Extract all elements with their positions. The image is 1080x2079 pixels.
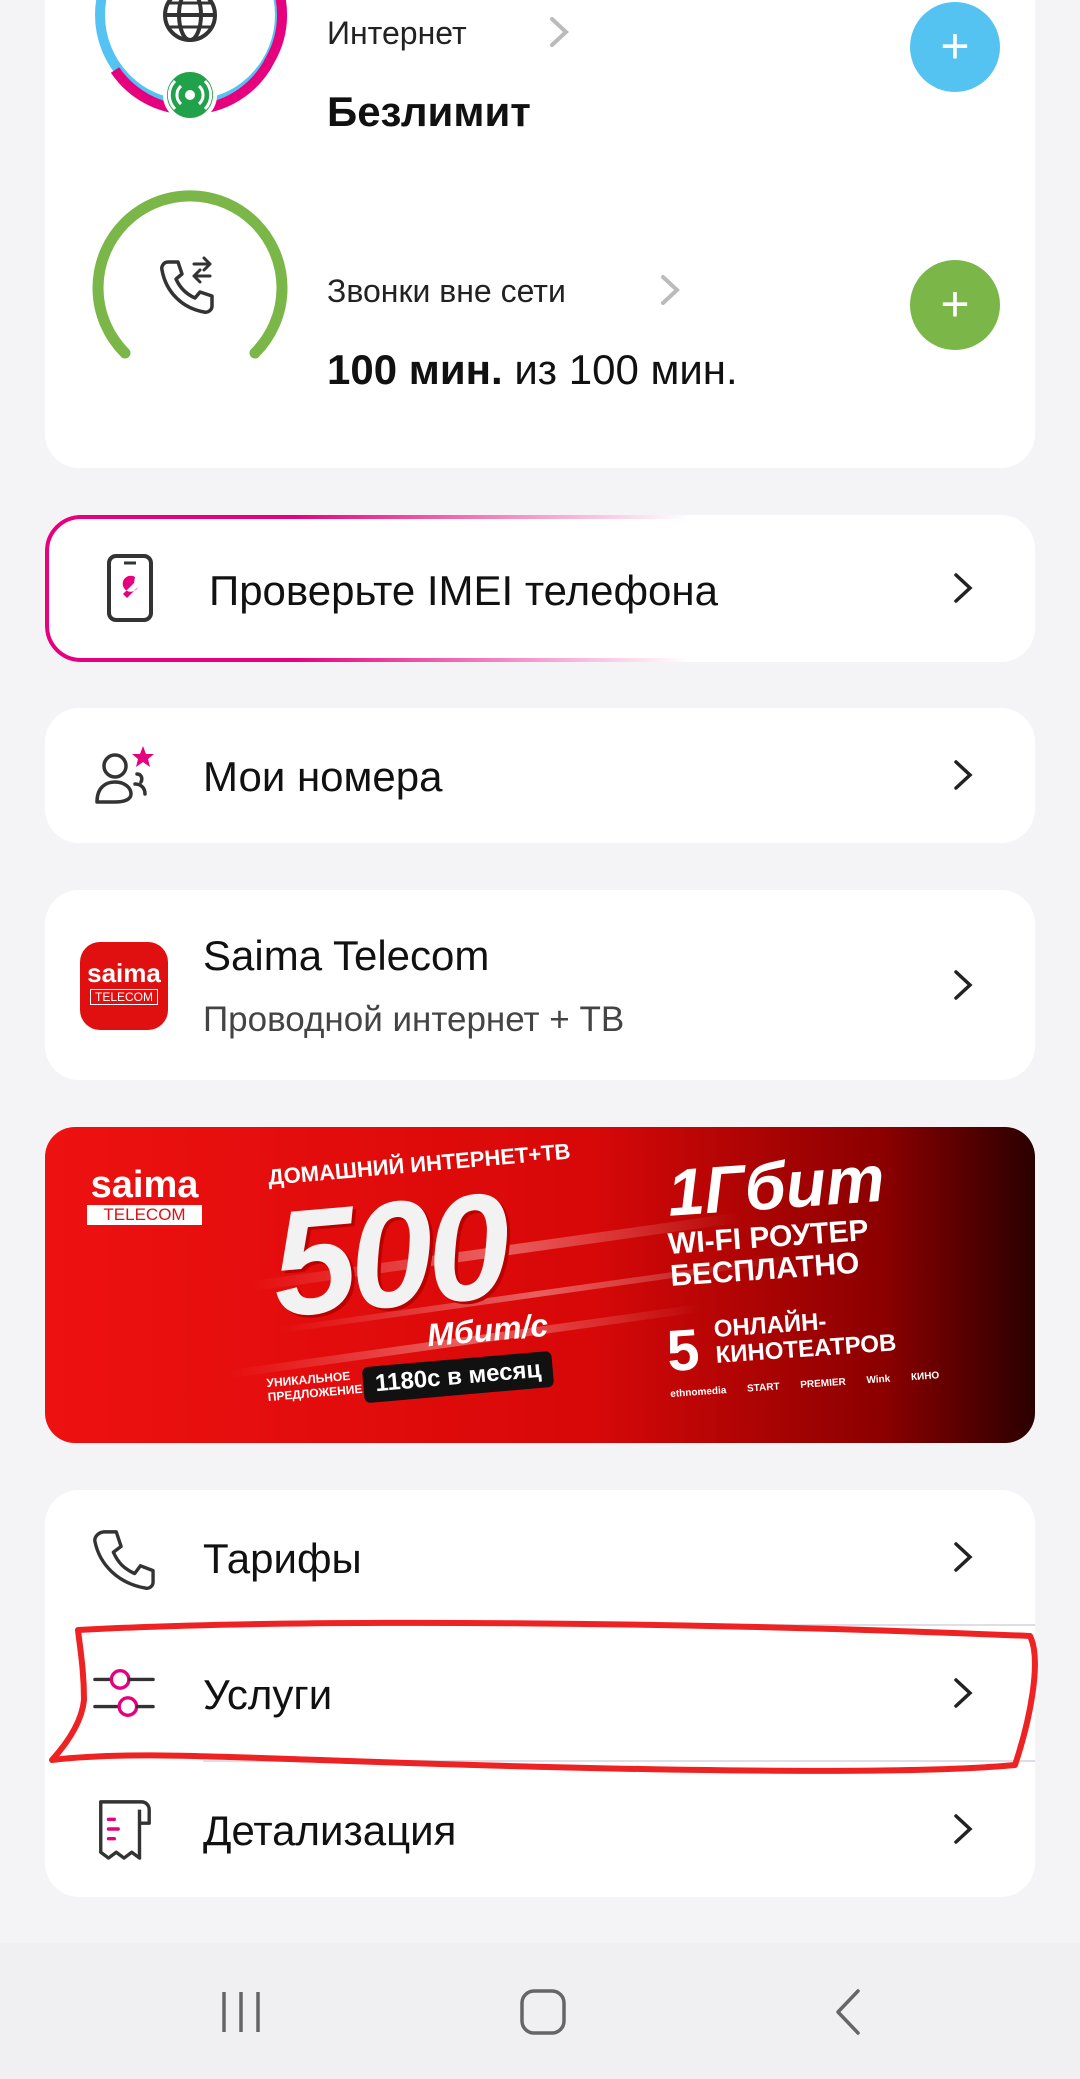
menu-card: Тарифы Услуги Детализация (45, 1490, 1035, 1897)
menu-services-label: Услуги (203, 1671, 333, 1718)
internet-usage-row[interactable]: Интернет Безлимит + (45, 0, 1035, 200)
phone-wrench-icon (107, 554, 153, 622)
menu-details-label: Детализация (203, 1807, 457, 1854)
system-nav-bar (0, 1943, 1080, 2079)
calls-usage-ring (92, 190, 288, 359)
calls-title: Звонки вне сети (327, 273, 566, 309)
promo-banner[interactable]: saima TELECOM ДОМАШНИЙ ИНТЕРНЕТ+ТВ 500 М… (45, 1127, 1035, 1443)
imei-check-card[interactable]: Проверьте IMEI телефона (45, 515, 1035, 662)
internet-chevron-icon (550, 17, 569, 47)
imei-chevron-icon (954, 573, 973, 603)
sliders-icon (93, 1669, 155, 1717)
tariffs-chevron-icon (954, 1542, 973, 1572)
internet-title: Интернет (327, 15, 467, 51)
saima-logo: saima TELECOM (80, 942, 168, 1030)
menu-item-tariffs[interactable]: Тарифы (45, 1490, 1035, 1626)
calls-value: 100 мин. из 100 мин. (327, 346, 738, 393)
back-icon[interactable] (824, 1987, 874, 2037)
menu-item-services[interactable]: Услуги (45, 1626, 1035, 1762)
phone-icon (93, 1530, 155, 1590)
recent-apps-icon[interactable] (216, 1987, 266, 2037)
my-numbers-card[interactable]: Мои номера (45, 708, 1035, 843)
internet-usage-ring (95, 0, 288, 120)
phone-call-icon (160, 256, 214, 314)
banner-logo: saima TELECOM (87, 1166, 202, 1225)
my-numbers-chevron-icon (954, 760, 973, 790)
saima-telecom-card[interactable]: saima TELECOM Saima Telecom Проводной ин… (45, 890, 1035, 1080)
menu-tariffs-label: Тарифы (203, 1535, 362, 1582)
calls-chevron-icon (661, 275, 680, 305)
saima-title: Saima Telecom (203, 932, 490, 979)
receipt-icon (99, 1800, 151, 1860)
calls-usage-row[interactable]: Звонки вне сети 100 мин. из 100 мин. + (45, 190, 1035, 448)
menu-item-details[interactable]: Детализация (45, 1762, 1035, 1897)
saima-chevron-icon (954, 970, 973, 1000)
imei-label: Проверьте IMEI телефона (209, 567, 718, 614)
globe-icon (163, 0, 217, 42)
internet-add-button[interactable]: + (910, 2, 1000, 92)
services-chevron-icon (954, 1678, 973, 1708)
details-chevron-icon (954, 1814, 973, 1844)
home-icon[interactable] (518, 1987, 568, 2037)
signal-badge-icon (163, 68, 217, 120)
banner-cinema-count: 5 (664, 1316, 702, 1385)
usage-card: Интернет Безлимит + Звонки вне сети 100 … (45, 0, 1035, 468)
my-numbers-label: Мои номера (203, 753, 443, 800)
internet-value: Безлимит (327, 88, 531, 135)
saima-subtitle: Проводной интернет + ТВ (203, 1000, 625, 1039)
users-star-icon (95, 746, 154, 804)
calls-add-button[interactable]: + (910, 260, 1000, 350)
